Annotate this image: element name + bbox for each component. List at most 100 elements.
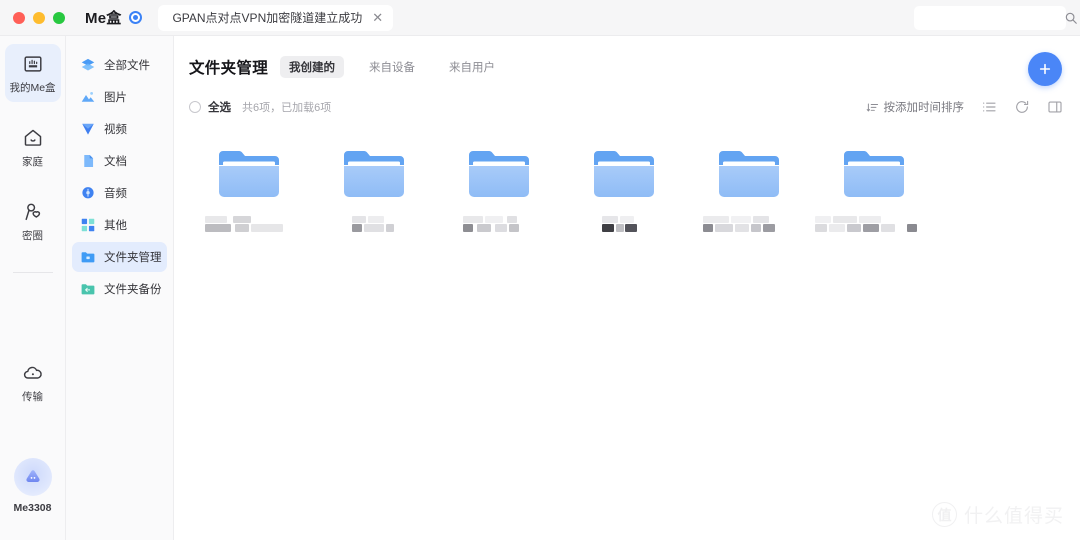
nav-item-other[interactable]: 其他 [72,210,167,240]
window-controls [0,11,65,24]
search-input[interactable] [922,12,1064,24]
all-files-icon [81,58,95,71]
tab-from-user[interactable]: 来自用户 [440,56,504,78]
refresh-icon[interactable] [1014,99,1030,115]
nav-item-documents[interactable]: 文档 [72,146,167,176]
sidebar-item-family[interactable]: 家庭 [5,118,61,176]
folder-item[interactable] [436,141,561,232]
folder-name-redacted [699,216,799,232]
audio-icon [82,187,94,199]
watermark-logo-icon: 值 [931,502,957,527]
folder-item[interactable] [311,141,436,232]
app-brand-label: Me盒 [85,10,122,27]
brand-status-dot-icon [129,11,143,24]
content-toolbar: 全选 共6项，已加载6项 按添加时间排序 [174,95,1080,119]
folder-icon [343,151,404,197]
sidebar-item-private-circle[interactable]: 密圈 [5,192,61,250]
nav-item-label: 图片 [104,92,127,104]
other-icon [81,218,95,232]
folder-grid [174,141,1080,232]
nav-item-videos[interactable]: 视频 [72,114,167,144]
device-card[interactable]: Me3308 [13,458,52,514]
nav-item-label: 视频 [104,124,127,136]
folder-icon [718,151,779,197]
sidebar-item-my-mebox[interactable]: 我的Me盒 [4,44,61,102]
image-icon [81,92,95,102]
add-folder-button[interactable] [1028,52,1062,86]
home-icon [24,129,41,146]
main-content: 文件夹管理 我创建的 来自设备 来自用户 全选 共6项，已加载6项 按添加时间排… [174,36,1080,540]
select-all-checkbox[interactable] [189,101,201,113]
device-glyph-icon [25,470,40,482]
title-bar: Me盒 GPAN点对点VPN加密隧道建立成功 ✕ [0,0,1080,36]
nav-item-audio[interactable]: 音频 [72,178,167,208]
nav-item-label: 文件夹管理 [104,252,162,264]
folder-name-redacted [574,216,674,232]
close-window-button[interactable] [13,11,25,24]
folder-icon [468,151,529,197]
plus-icon [1039,63,1051,75]
sort-button[interactable]: 按添加时间排序 [866,99,965,115]
device-avatar-icon [13,458,52,496]
device-name-label: Me3308 [13,502,52,514]
folder-name-redacted [449,216,549,232]
nav-item-label: 文件夹备份 [104,284,162,296]
folder-icon [593,151,654,197]
sidebar-item-label: 传输 [22,391,43,403]
item-count-label: 共6项，已加载6项 [242,102,332,114]
sidebar-item-label: 家庭 [22,156,43,168]
folder-name-redacted [324,216,424,232]
sidebar-item-label: 我的Me盒 [9,82,56,94]
nav-item-label: 全部文件 [104,60,150,72]
circle-friends-icon [24,203,40,221]
nav-item-folder-management[interactable]: 文件夹管理 [72,242,167,272]
split-panel-icon[interactable] [1047,99,1063,115]
nav-item-label: 文档 [104,156,127,168]
content-header: 文件夹管理 我创建的 来自设备 来自用户 [174,36,1080,86]
minimize-window-button[interactable] [33,11,45,24]
sidebar-divider [12,272,53,273]
watermark-text: 什么值得买 [963,506,1064,527]
file-category-sidebar: 全部文件 图片 视频 文档 音频 其他 文件夹管理 文件夹备份 [66,36,174,540]
nav-item-folder-backup[interactable]: 文件夹备份 [72,274,167,304]
folder-icon [218,151,279,197]
folder-name-redacted [814,216,933,232]
list-view-icon[interactable] [981,99,997,115]
nav-item-label: 其他 [104,220,127,232]
nav-item-label: 音频 [104,188,127,200]
folder-item[interactable] [686,141,811,232]
browser-tab-active[interactable]: GPAN点对点VPN加密隧道建立成功 ✕ [158,4,394,31]
folder-backup-icon [81,284,95,295]
watermark: 值 什么值得买 [931,501,1064,528]
folder-item[interactable] [186,141,311,232]
folder-name-redacted [199,216,299,232]
content-tabs: 我创建的 来自设备 来自用户 [280,56,504,78]
document-icon [84,155,94,167]
transfer-cloud-icon [23,366,42,379]
page-title: 文件夹管理 [189,60,269,77]
nav-item-all-files[interactable]: 全部文件 [72,50,167,80]
tab-from-device[interactable]: 来自设备 [360,56,424,78]
maximize-window-button[interactable] [53,11,65,24]
sort-icon [866,103,878,111]
sidebar-item-transfer[interactable]: 传输 [5,353,61,411]
nav-item-images[interactable]: 图片 [72,82,167,112]
folder-item[interactable] [811,141,936,232]
folder-manage-icon [81,252,95,263]
tab-created-by-me[interactable]: 我创建的 [280,56,345,78]
sidebar-item-label: 密圈 [22,230,43,242]
select-all-control[interactable]: 全选 [189,99,231,115]
app-brand: Me盒 [85,7,143,28]
search-bar[interactable] [914,6,1077,30]
folder-item[interactable] [561,141,686,232]
mebox-icon [23,56,42,72]
select-all-label: 全选 [208,102,231,114]
primary-sidebar: 我的Me盒 家庭 密圈 传输 Me3308 [0,36,66,540]
tab-title: GPAN点对点VPN加密隧道建立成功 [172,11,363,25]
search-icon [1065,12,1077,24]
sort-label: 按添加时间排序 [883,102,965,114]
app-window: Me盒 GPAN点对点VPN加密隧道建立成功 ✕ 我的Me盒 家庭 密圈 传输 … [0,0,1080,540]
folder-icon [843,151,904,197]
video-icon [82,123,94,135]
close-icon[interactable]: ✕ [372,11,383,24]
